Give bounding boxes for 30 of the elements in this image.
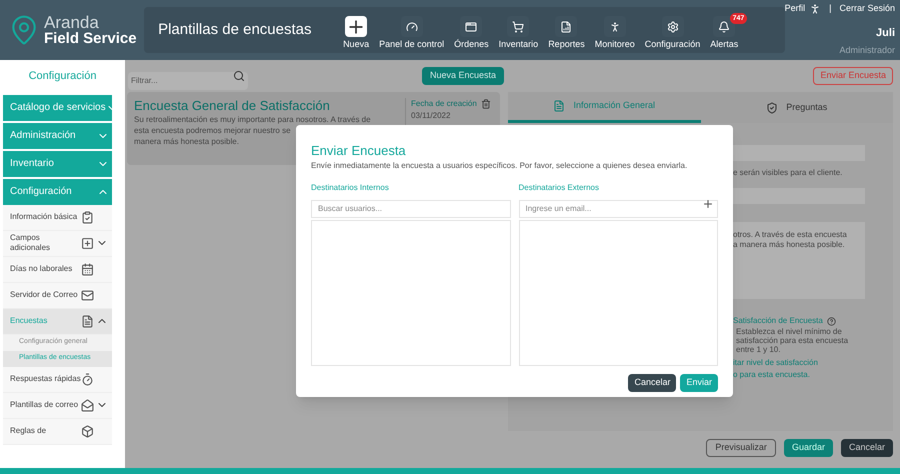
recipients-label: Destinatarios Internos bbox=[311, 182, 390, 194]
brand-name: Aranda bbox=[44, 14, 100, 31]
dialog-title: Enviar Encuesta bbox=[311, 143, 407, 158]
brand-name: Field Service bbox=[44, 31, 137, 46]
item-label: Días no laborales bbox=[10, 264, 74, 274]
user-role: Administrador bbox=[839, 44, 895, 57]
description-text: otros. A través de esta encuesta bbox=[733, 230, 848, 240]
satisfaction-help: Establezca el nivel mínimo de satisfacción para esta encuesta entre 1 y 10. bbox=[736, 327, 850, 354]
item-label: Encuestas bbox=[10, 316, 48, 326]
creation-date: 03/11/2022 bbox=[411, 110, 452, 122]
item-label: Servidor de Correo bbox=[10, 290, 79, 300]
sidebar-title: Configuración bbox=[28, 69, 98, 84]
page-title: Plantillas de encuestas bbox=[158, 20, 312, 40]
survey-description: esta encuesta podremos mejorar nuestro se bbox=[134, 125, 292, 136]
item-label: Información básica bbox=[10, 212, 78, 222]
date-label: Fecha de creación bbox=[411, 98, 477, 110]
item-label: Campos adicionales bbox=[10, 233, 52, 253]
survey-description: manera más honesta posible. bbox=[134, 136, 240, 147]
dialog-description: Envíe inmediatamente la encuesta a usuarios específicos. Por favor, seleccione a quienes desea enviarla. bbox=[311, 160, 688, 172]
item-label: Plantillas de correo bbox=[10, 400, 80, 410]
field-hint: e serán visibles para el cliente. bbox=[733, 167, 844, 179]
survey-title: Encuesta General de Satisfacción bbox=[134, 98, 331, 114]
satisfaction-title: Satisfacción de Encuesta bbox=[733, 315, 823, 327]
survey-description: Su retroalimentación es muy importante para nosotros. A través de bbox=[134, 114, 372, 125]
separator: | bbox=[828, 2, 832, 15]
description-text: a manera más honesta posible. bbox=[733, 240, 846, 250]
item-label: Reglas de bbox=[10, 426, 48, 436]
recipients-label: Destinatarios Externos bbox=[518, 182, 600, 194]
item-label: Respuestas rápidas bbox=[10, 374, 81, 384]
user-name: Juli bbox=[876, 26, 895, 40]
